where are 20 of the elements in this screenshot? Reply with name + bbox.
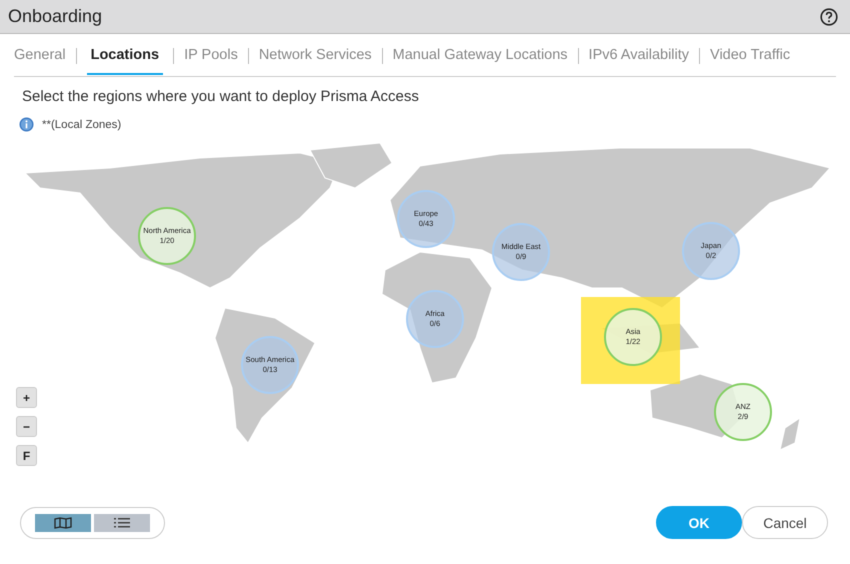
info-icon <box>19 117 34 132</box>
list-view-button[interactable] <box>94 514 150 532</box>
fit-button[interactable]: F <box>16 445 37 466</box>
tab[interactable]: General <box>14 37 66 75</box>
window-title: Onboarding <box>8 6 102 27</box>
cancel-button[interactable]: Cancel <box>742 506 828 539</box>
map-view-button[interactable] <box>35 514 91 532</box>
info-note: **(Local Zones) <box>42 118 122 130</box>
help-icon[interactable] <box>820 8 838 26</box>
list-icon <box>113 516 131 528</box>
tab[interactable]: Video Traffic <box>710 37 790 75</box>
tab[interactable]: IPv6 Availability <box>588 37 690 75</box>
zoom-in-button[interactable]: + <box>16 387 37 408</box>
tab[interactable]: Manual Gateway Locations <box>392 37 568 75</box>
zoom-out-button[interactable]: − <box>16 416 37 437</box>
tab[interactable]: IP Pools <box>184 37 238 75</box>
instruction-text: Select the regions where you want to deploy Prisma Access <box>22 88 420 105</box>
tab[interactable]: Locations <box>86 37 164 75</box>
map-icon <box>54 516 72 528</box>
tab[interactable]: Network Services <box>258 37 372 75</box>
